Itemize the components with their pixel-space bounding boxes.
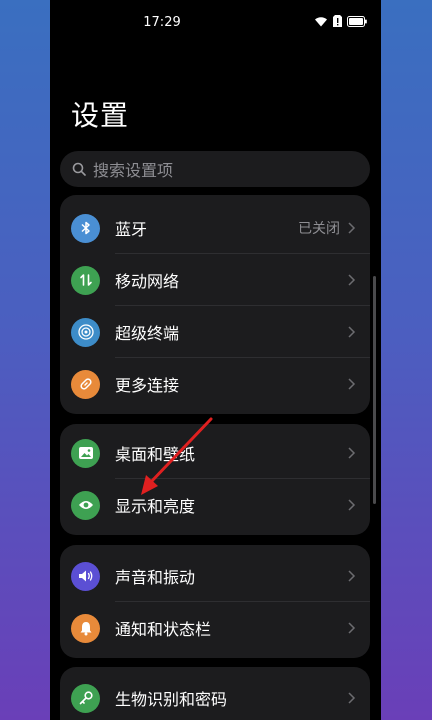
super-device-icon: [71, 317, 100, 347]
key-icon: [71, 683, 100, 713]
wallpaper-icon: [71, 438, 100, 468]
settings-item-label: 显示和亮度: [115, 497, 196, 516]
chevron-right-icon: [348, 499, 356, 511]
eye-icon: [71, 490, 100, 520]
settings-item-label: 桌面和壁纸: [115, 445, 196, 464]
settings-item-bluetooth[interactable]: 蓝牙 已关闭: [60, 202, 370, 254]
chevron-right-icon: [348, 570, 356, 582]
bluetooth-icon: [71, 213, 100, 243]
settings-item-notifications[interactable]: 通知和状态栏: [60, 602, 370, 654]
search-input[interactable]: 搜索设置项: [60, 151, 370, 187]
status-icons: [314, 15, 367, 27]
settings-group-security: 生物识别和密码: [60, 667, 370, 720]
settings-item-mobile-network[interactable]: 移动网络: [60, 254, 370, 306]
search-icon: [72, 162, 86, 176]
settings-group-connectivity: 蓝牙 已关闭 移动网络 超级终端 更多连接: [60, 195, 370, 414]
page-title: 设置: [71, 99, 130, 132]
wifi-icon: [315, 16, 327, 26]
scrollbar[interactable]: [373, 276, 376, 504]
settings-item-display-brightness[interactable]: 显示和亮度: [60, 479, 370, 531]
settings-group-display: 桌面和壁纸 显示和亮度: [60, 424, 370, 535]
settings-item-label: 通知和状态栏: [115, 620, 212, 639]
phone-screen: 17:29 设置 搜索设置项 蓝牙 已关闭 移动网络 超级终端 更多连接 桌面和…: [50, 0, 381, 720]
chevron-right-icon: [348, 274, 356, 286]
settings-item-label: 蓝牙: [115, 220, 148, 239]
battery-icon: [347, 15, 367, 27]
chevron-right-icon: [348, 692, 356, 704]
settings-item-sound[interactable]: 声音和振动: [60, 550, 370, 602]
search-placeholder: 搜索设置项: [93, 161, 174, 180]
chevron-right-icon: [348, 622, 356, 634]
chevron-right-icon: [348, 378, 356, 390]
no-sim-icon: [333, 15, 342, 27]
status-time: 17:29: [143, 15, 181, 30]
settings-item-biometrics-password[interactable]: 生物识别和密码: [60, 672, 370, 720]
settings-item-more-connections[interactable]: 更多连接: [60, 358, 370, 410]
bluetooth-status: 已关闭: [298, 221, 340, 237]
settings-item-label: 生物识别和密码: [115, 690, 228, 709]
settings-item-label: 更多连接: [115, 376, 180, 395]
settings-item-super-device[interactable]: 超级终端: [60, 306, 370, 358]
settings-item-label: 超级终端: [115, 324, 180, 343]
settings-item-wallpaper[interactable]: 桌面和壁纸: [60, 427, 370, 479]
sound-icon: [71, 561, 100, 591]
chevron-right-icon: [348, 447, 356, 459]
chevron-right-icon: [348, 326, 356, 338]
mobile-network-icon: [71, 265, 100, 295]
settings-group-sound-notifications: 声音和振动 通知和状态栏: [60, 545, 370, 658]
link-icon: [71, 369, 100, 399]
status-bar: 17:29: [50, 0, 381, 46]
chevron-right-icon: [348, 222, 356, 234]
settings-item-label: 移动网络: [115, 272, 180, 291]
settings-item-label: 声音和振动: [115, 568, 196, 587]
bell-icon: [71, 613, 100, 643]
